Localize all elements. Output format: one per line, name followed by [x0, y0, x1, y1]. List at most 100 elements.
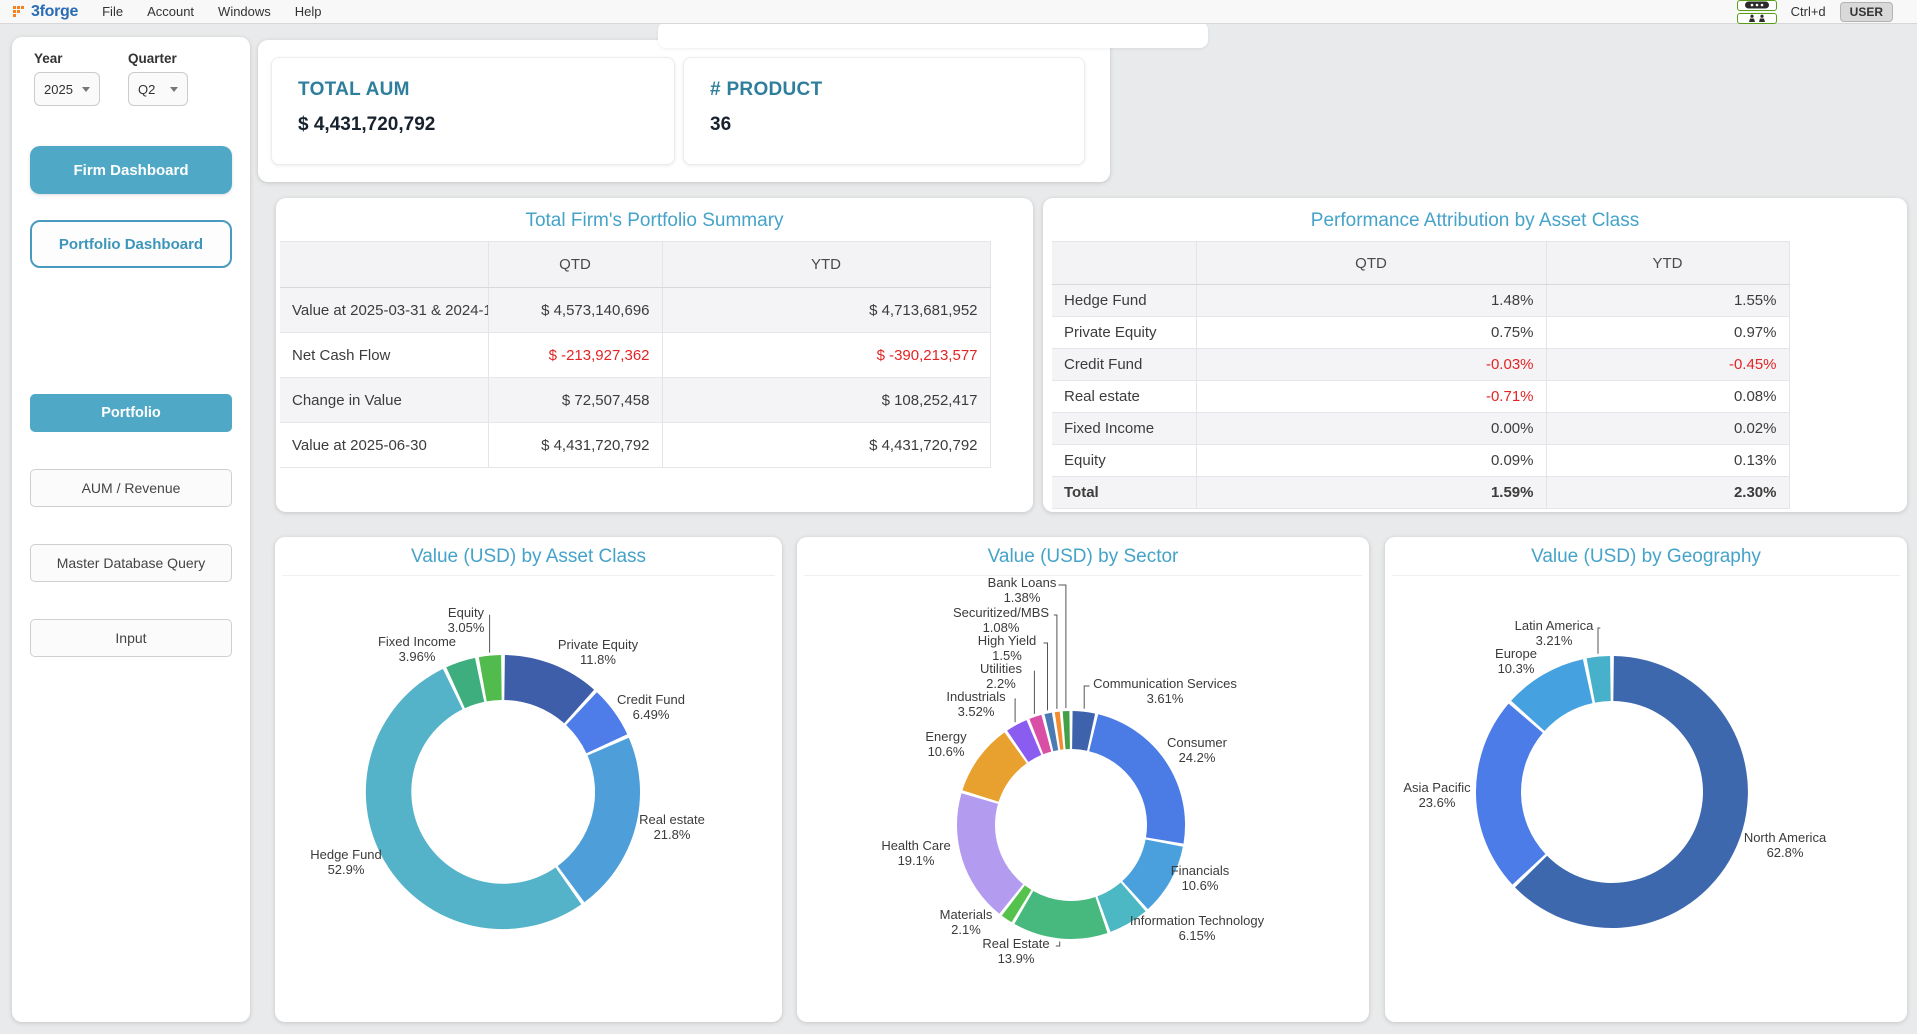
- table-row[interactable]: Fixed Income0.00%0.02%: [1052, 413, 1879, 445]
- chart-label: Private Equity: [558, 637, 639, 652]
- table-row[interactable]: Net Cash Flow$ -213,927,362$ -390,213,57…: [280, 333, 1029, 378]
- table-cell: -0.45%: [1546, 349, 1789, 381]
- table-cell: 0.02%: [1546, 413, 1789, 445]
- chart-label: Bank Loans: [988, 575, 1057, 590]
- year-select-value: 2025: [44, 82, 73, 97]
- chart-label-pct: 3.61%: [1147, 691, 1184, 706]
- menu-item-help[interactable]: Help: [295, 4, 322, 19]
- table-row[interactable]: Hedge Fund1.48%1.55%: [1052, 285, 1879, 317]
- users-status-icon[interactable]: [1737, 13, 1777, 24]
- table-cell: 1.48%: [1196, 285, 1546, 317]
- table-row[interactable]: Real estate-0.71%0.08%: [1052, 381, 1879, 413]
- menu-item-windows[interactable]: Windows: [218, 4, 271, 19]
- table-cell: -0.71%: [1196, 381, 1546, 413]
- column-header: QTD: [1196, 242, 1546, 285]
- chart-label-pct: 3.21%: [1536, 633, 1573, 648]
- 3forge-logo: 3forge: [13, 3, 78, 21]
- floating-strip: [658, 22, 1208, 48]
- table-cell: $ -390,213,577: [662, 333, 990, 378]
- table-row[interactable]: Change in Value$ 72,507,458$ 108,252,417: [280, 378, 1029, 423]
- year-label: Year: [34, 51, 100, 66]
- chart-label: Latin America: [1515, 618, 1595, 633]
- chart-label-pct: 11.8%: [580, 652, 616, 667]
- column-header: [990, 242, 1029, 288]
- chart-label-pct: 3.52%: [958, 704, 995, 719]
- table-cell: $ -213,927,362: [488, 333, 662, 378]
- chart-label-pct: 10.3%: [1498, 661, 1535, 676]
- donut-svg: Communication Services3.61%Consumer24.2%…: [797, 537, 1369, 1022]
- chevron-down-icon: [170, 87, 178, 92]
- label-leader-line: [1054, 615, 1057, 709]
- chart-label: Industrials: [946, 689, 1006, 704]
- sidebar-button-aum-revenue[interactable]: AUM / Revenue: [30, 469, 232, 507]
- donut-svg: Private Equity11.8%Credit Fund6.49%Real …: [275, 537, 782, 1022]
- table-cell: 0.97%: [1546, 317, 1789, 349]
- sidebar-button-portfolio-dashboard[interactable]: Portfolio Dashboard: [30, 220, 232, 268]
- chart-label: Europe: [1495, 646, 1537, 661]
- connection-status-icon[interactable]: [1737, 0, 1777, 11]
- geography-chart-title: Value (USD) by Geography: [1385, 537, 1907, 568]
- donut-slice-bank-loans[interactable]: [1063, 711, 1070, 749]
- table-cell: 1.55%: [1546, 285, 1789, 317]
- sidebar-button-firm-dashboard[interactable]: Firm Dashboard: [30, 146, 232, 194]
- table-row[interactable]: Private Equity0.75%0.97%: [1052, 317, 1879, 349]
- label-leader-line: [1015, 699, 1016, 722]
- donut-slice-health-care[interactable]: [957, 793, 1023, 913]
- column-header: QTD: [488, 242, 662, 288]
- table-row[interactable]: Value at 2025-06-30$ 4,431,720,792$ 4,43…: [280, 423, 1029, 468]
- chart-label: Financials: [1171, 863, 1230, 878]
- chart-label-pct: 6.49%: [633, 707, 670, 722]
- performance-attribution-title: Performance Attribution by Asset Class: [1043, 198, 1907, 241]
- chart-label: Information Technology: [1130, 913, 1265, 928]
- column-header: [280, 242, 488, 288]
- table-row[interactable]: Credit Fund-0.03%-0.45%: [1052, 349, 1879, 381]
- asset-class-donut-chart: Private Equity11.8%Credit Fund6.49%Real …: [275, 537, 782, 1022]
- sidebar-button-master-database-query[interactable]: Master Database Query: [30, 544, 232, 582]
- table-cell: Value at 2025-06-30: [280, 423, 488, 468]
- donut-slice-real-estate[interactable]: [1014, 891, 1107, 939]
- table-cell: $ 108,252,417: [662, 378, 990, 423]
- sector-donut-chart: Communication Services3.61%Consumer24.2%…: [797, 537, 1369, 1022]
- column-header: [1789, 242, 1879, 285]
- chart-label: Health Care: [881, 838, 950, 853]
- menu-item-file[interactable]: File: [102, 4, 123, 19]
- menu-item-account[interactable]: Account: [147, 4, 194, 19]
- performance-attribution-panel: Performance Attribution by Asset Class Q…: [1043, 198, 1907, 512]
- chart-label: High Yield: [978, 633, 1037, 648]
- donut-slice-real-estate[interactable]: [558, 738, 640, 903]
- user-badge[interactable]: USER: [1840, 2, 1893, 22]
- donut-slice-asia-pacific[interactable]: [1476, 704, 1545, 885]
- quarter-select[interactable]: Q2: [128, 72, 188, 106]
- chart-label-pct: 2.1%: [951, 922, 981, 937]
- table-cell: Credit Fund: [1052, 349, 1196, 381]
- column-header: YTD: [662, 242, 990, 288]
- portfolio-summary-table: QTDYTDValue at 2025-03-31 & 2024-12-31$ …: [280, 241, 1029, 468]
- table-row[interactable]: Total1.59%2.30%: [1052, 477, 1879, 509]
- chart-label: Utilities: [980, 661, 1022, 676]
- product-count-title: # PRODUCT: [710, 79, 1058, 101]
- table-row[interactable]: Value at 2025-03-31 & 2024-12-31$ 4,573,…: [280, 288, 1029, 333]
- year-select[interactable]: 2025: [34, 72, 100, 106]
- table-cell: [1789, 285, 1879, 317]
- quarter-label: Quarter: [128, 51, 188, 66]
- table-cell: [990, 288, 1029, 333]
- table-cell: Real estate: [1052, 381, 1196, 413]
- sidebar-button-portfolio[interactable]: Portfolio: [30, 394, 232, 432]
- table-row[interactable]: Equity0.09%0.13%: [1052, 445, 1879, 477]
- chart-label: North America: [1744, 830, 1827, 845]
- chart-label: Hedge Fund: [310, 847, 382, 862]
- sector-chart-title: Value (USD) by Sector: [797, 537, 1369, 568]
- sidebar: Year 2025 Quarter Q2 Firm Dashboard Portf…: [12, 37, 250, 1022]
- chart-label-pct: 10.6%: [928, 744, 965, 759]
- label-leader-line: [1084, 686, 1089, 709]
- product-count-card: # PRODUCT 36: [683, 57, 1085, 165]
- table-cell: Private Equity: [1052, 317, 1196, 349]
- chart-label-pct: 1.08%: [983, 620, 1020, 635]
- table-cell: [1789, 317, 1879, 349]
- chart-label-pct: 3.05%: [448, 620, 485, 635]
- donut-slice-consumer[interactable]: [1089, 714, 1185, 843]
- kpi-cards-panel: TOTAL AUM $ 4,431,720,792 # PRODUCT 36: [258, 40, 1110, 182]
- chart-label: Consumer: [1167, 735, 1228, 750]
- sidebar-button-input[interactable]: Input: [30, 619, 232, 657]
- table-cell: 0.00%: [1196, 413, 1546, 445]
